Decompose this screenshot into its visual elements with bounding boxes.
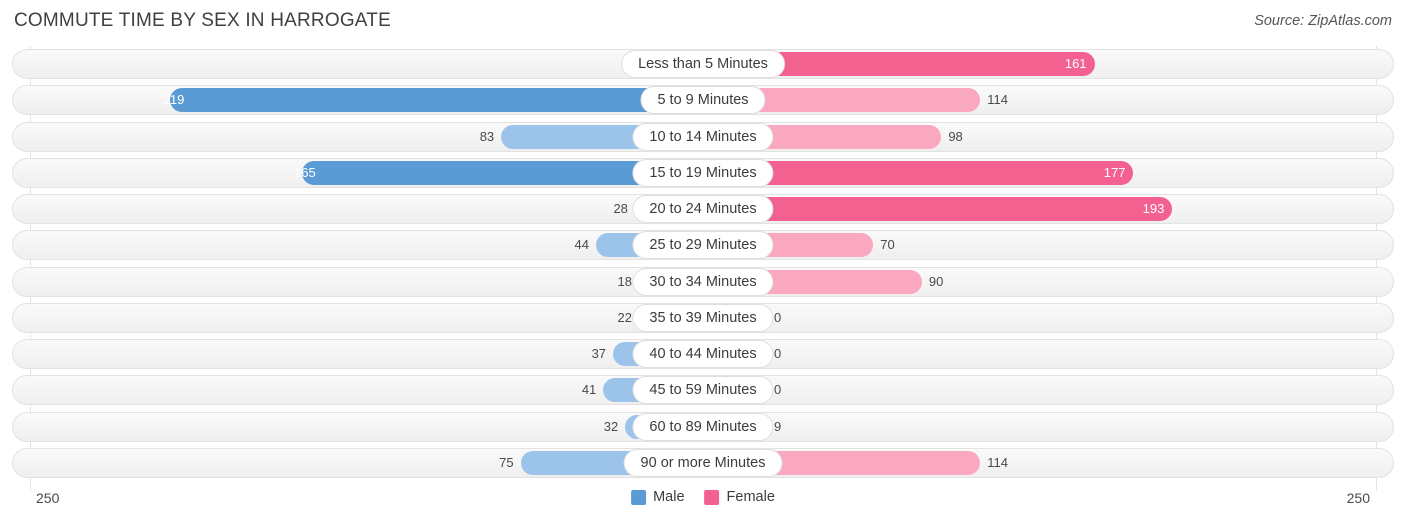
- source-attribution: Source: ZipAtlas.com: [1254, 13, 1392, 29]
- row-category-label: 30 to 34 Minutes: [632, 267, 774, 296]
- female-bar-value: 9: [774, 418, 782, 434]
- male-bar-value: 37: [591, 346, 607, 361]
- chart-row: 32 9 60 to 89 Minutes: [12, 411, 1394, 442]
- female-bar-value: 193: [1142, 201, 1165, 216]
- legend-swatch-female-icon: [704, 489, 720, 505]
- female-bar-value: 0: [774, 382, 782, 398]
- row-category-label: 25 to 29 Minutes: [632, 231, 774, 260]
- row-category-label: 60 to 89 Minutes: [632, 412, 774, 441]
- axis-label-left: 250: [36, 490, 60, 506]
- male-bar-value: 28: [613, 201, 628, 216]
- chart-footer: 250 250 Male Female: [0, 486, 1406, 523]
- chart-row: 22 0 35 to 39 Minutes: [12, 302, 1394, 333]
- row-category-label: 90 or more Minutes: [623, 448, 783, 477]
- legend-item-female[interactable]: Female: [704, 489, 775, 505]
- row-category-label: 20 to 24 Minutes: [632, 195, 774, 223]
- axis-label-right: 250: [1346, 490, 1370, 506]
- chart-row: 75 114 90 or more Minutes: [12, 447, 1394, 478]
- legend-label-female: Female: [726, 489, 775, 505]
- chart-row: 18 90 30 to 34 Minutes: [12, 266, 1394, 297]
- male-bar-value: 41: [581, 382, 597, 398]
- female-bar-value: 70: [880, 237, 895, 253]
- chart-row: 37 0 40 to 44 Minutes: [12, 339, 1394, 369]
- row-category-label: 10 to 14 Minutes: [632, 122, 774, 151]
- chart-row: 41 0 45 to 59 Minutes: [12, 375, 1394, 406]
- legend-item-male[interactable]: Male: [631, 489, 685, 505]
- row-category-label: Less than 5 Minutes: [621, 50, 785, 78]
- male-bar-value: 83: [479, 128, 495, 144]
- female-bar-value: 98: [948, 128, 963, 144]
- row-category-label: 35 to 39 Minutes: [632, 303, 774, 332]
- male-bar[interactable]: [170, 88, 703, 113]
- legend-swatch-male-icon: [631, 489, 647, 505]
- chart-row: 83 98 10 to 14 Minutes: [12, 121, 1394, 152]
- male-bar-value: 75: [499, 454, 514, 470]
- row-category-label: 45 to 59 Minutes: [632, 376, 774, 405]
- chart-row: 28 193 20 to 24 Minutes: [12, 194, 1394, 224]
- female-bar-value: 177: [1103, 164, 1126, 180]
- page-title: COMMUTE TIME BY SEX IN HARROGATE: [14, 10, 391, 31]
- male-bar-value: 44: [574, 237, 589, 253]
- row-category-label: 5 to 9 Minutes: [640, 86, 766, 115]
- male-bar-value: 18: [617, 273, 632, 289]
- male-bar-value: 32: [603, 418, 619, 434]
- chart-row: 165 177 15 to 19 Minutes: [12, 157, 1394, 188]
- row-category-label: 40 to 44 Minutes: [632, 340, 774, 368]
- male-bar-value: 219: [162, 92, 185, 108]
- female-bar-value: 0: [774, 309, 782, 325]
- chart-row: 44 70 25 to 29 Minutes: [12, 230, 1394, 261]
- female-bar-value: 161: [1064, 56, 1087, 71]
- chart-row: 219 114 5 to 9 Minutes: [12, 85, 1394, 116]
- male-bar-value: 22: [617, 309, 632, 325]
- chart-legend: Male Female: [631, 489, 775, 505]
- male-bar-value: 165: [294, 164, 316, 180]
- female-bar[interactable]: [703, 197, 1173, 221]
- legend-label-male: Male: [653, 489, 685, 505]
- female-bar-value: 114: [987, 454, 1008, 470]
- female-bar-value: 0: [774, 346, 782, 361]
- female-bar-value: 114: [987, 92, 1008, 108]
- female-bar-value: 90: [928, 273, 944, 289]
- chart-header: COMMUTE TIME BY SEX IN HARROGATE Source:…: [0, 0, 1406, 46]
- row-category-label: 15 to 19 Minutes: [632, 158, 774, 187]
- diverging-bar-chart: 5161Less than 5 Minutes2191145 to 9 Minu…: [0, 46, 1406, 491]
- chart-row: 5161Less than 5 Minutes: [12, 49, 1394, 79]
